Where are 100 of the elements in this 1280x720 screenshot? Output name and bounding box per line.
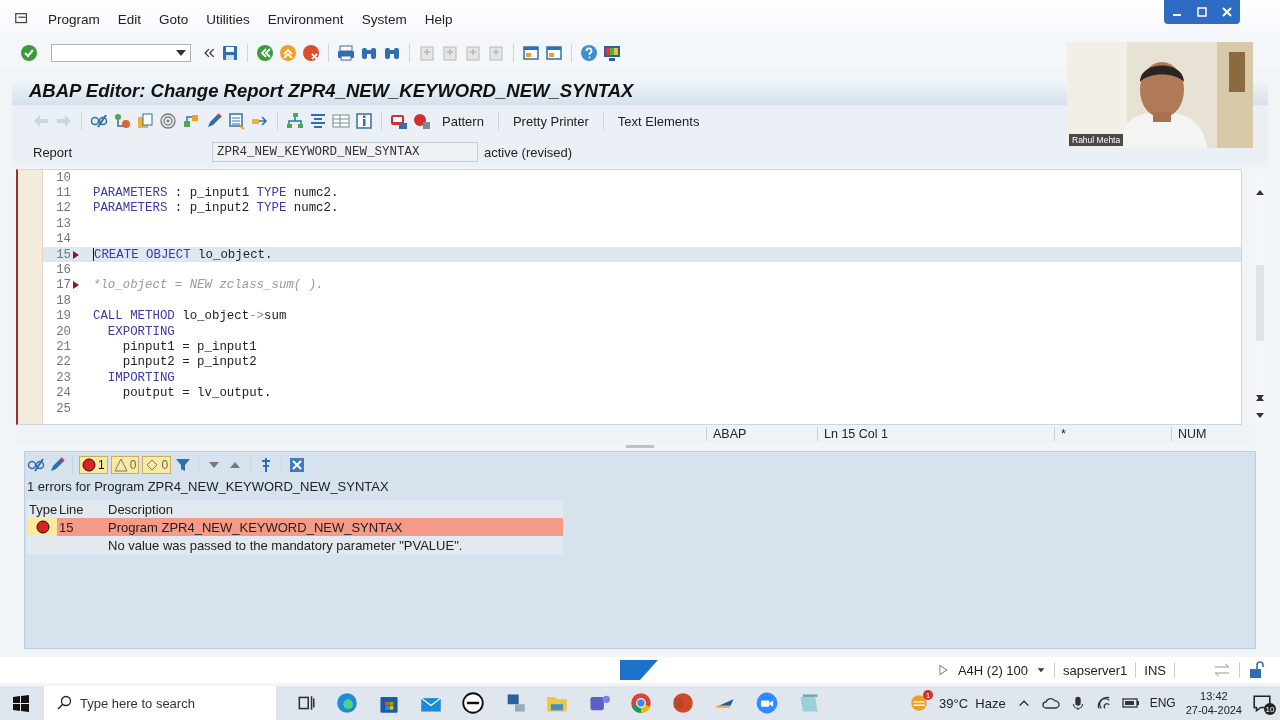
glasses-icon[interactable] (27, 456, 45, 474)
windows-icon[interactable] (12, 694, 30, 712)
line-number: 13 (55, 216, 71, 231)
align-icon[interactable] (309, 112, 327, 130)
cursor-position: Ln 15 Col 1 (817, 427, 1054, 441)
language-status: ABAP (706, 427, 817, 441)
presentation-icon[interactable] (672, 692, 694, 714)
blocks-icon[interactable] (182, 112, 200, 130)
circle-logo-icon[interactable] (462, 692, 484, 714)
help-icon[interactable] (580, 44, 598, 62)
text-cursor (93, 248, 94, 262)
error-filter-button[interactable]: 1 (79, 456, 108, 474)
nodes-icon[interactable] (113, 112, 131, 130)
warning-icon (113, 458, 128, 472)
weather-icon[interactable] (909, 693, 930, 713)
code-line: pinput1 = p_input1 (121, 340, 257, 354)
close-icon[interactable] (1220, 5, 1235, 19)
wifi-icon[interactable] (1095, 695, 1112, 711)
clock[interactable]: 13:42 27-04-2024 (1185, 689, 1242, 717)
close-icon[interactable] (288, 456, 307, 474)
line-number: 24 (55, 386, 71, 401)
line-number: 11 (55, 186, 71, 201)
notification-count: 10 (1264, 703, 1276, 715)
caret-icon[interactable] (176, 50, 186, 56)
spiral-icon[interactable] (159, 112, 177, 130)
notification-icon[interactable] (1252, 693, 1272, 713)
code-line: poutput = lv_output. (121, 386, 272, 401)
line-number: 23 (55, 370, 71, 385)
menu-item[interactable]: Program (48, 11, 100, 27)
glasses-icon[interactable] (90, 112, 108, 130)
error-row[interactable]: 15 Program ZPR4_NEW_KEYWORD_NEW_SYNTAX (27, 518, 563, 536)
video-call-icon[interactable] (756, 692, 778, 714)
line-number: 19 (55, 309, 71, 324)
filter-icon[interactable] (174, 456, 193, 474)
search-field[interactable]: Type here to search (44, 686, 276, 720)
system-info[interactable]: A4H (2) 100 (957, 662, 1028, 678)
table-icon[interactable] (332, 112, 350, 130)
back-icon[interactable] (256, 44, 274, 62)
window-title: ABAP Editor: Change Report ZPR4_NEW_KEYWORD_NEW_SYNTAX (28, 80, 634, 102)
info-icon[interactable] (355, 112, 373, 130)
server-name: sapserver1 (1063, 662, 1128, 678)
line-number: 10 (55, 170, 71, 185)
toolbar-button[interactable]: Pretty Printer (506, 113, 595, 129)
line-number: 16 (55, 263, 71, 278)
field-label: Report (33, 144, 74, 160)
insert-mode: INS (1144, 662, 1166, 678)
monitor-icon[interactable] (603, 44, 621, 62)
copy-icon[interactable] (136, 112, 154, 130)
task-view-icon[interactable] (296, 693, 316, 713)
menu-item[interactable]: Edit (117, 11, 142, 27)
column-header: Type (28, 500, 57, 518)
maximize-icon[interactable] (1195, 5, 1209, 19)
status-text: active (revised) (484, 144, 573, 160)
hierarchy-icon[interactable] (286, 112, 304, 130)
command-field[interactable] (51, 44, 191, 62)
line-number: 14 (55, 232, 71, 247)
check-icon[interactable] (20, 44, 38, 62)
table-cell-text: Program ZPR4_NEW_KEYWORD_NEW_SYNTAX (107, 518, 404, 536)
toolbar-button[interactable]: Pattern (436, 113, 490, 129)
modified-indicator: * (1054, 427, 1171, 441)
cancel-icon[interactable] (302, 44, 320, 62)
list-icon[interactable] (228, 112, 246, 130)
pencil-icon[interactable] (48, 456, 66, 474)
menu-item[interactable]: Environment (267, 11, 344, 27)
weather-text[interactable]: 39°C Haze (939, 695, 1006, 711)
language-indicator[interactable]: ENG (1149, 696, 1176, 710)
window-icon[interactable] (545, 44, 563, 62)
line-number: 21 (55, 340, 71, 354)
stop-icon[interactable] (413, 112, 431, 130)
screen-icon[interactable] (390, 112, 408, 130)
menu-item[interactable]: Help (424, 11, 453, 27)
toolbar-button[interactable]: Text Elements (611, 113, 706, 129)
warning-filter-button[interactable]: 0 (110, 456, 140, 474)
num-lock-status: NUM (1171, 427, 1207, 441)
menu-item[interactable]: Utilities (206, 11, 250, 27)
splitter-handle[interactable] (626, 443, 654, 449)
window-icon[interactable] (522, 44, 540, 62)
code-line: EXPORTING (106, 324, 175, 339)
code-line: CREATE OBJECT lo_object. (94, 247, 273, 262)
column-header: Line (58, 500, 85, 518)
info-filter-button[interactable]: 0 (142, 456, 172, 474)
line-number: 15 (55, 247, 71, 262)
report-field[interactable]: ZPR4_NEW_KEYWORD_NEW_SYNTAX (212, 142, 478, 162)
notification-badge: 1 (923, 690, 934, 700)
menu-item[interactable]: System (361, 11, 407, 27)
code-line: PARAMETERS : p_input1 TYPE numc2. (93, 186, 339, 201)
caret-icon[interactable] (1036, 665, 1046, 675)
pencil-icon[interactable] (205, 112, 223, 130)
browser-icon[interactable] (336, 692, 358, 714)
print-icon[interactable] (337, 44, 355, 62)
line-number: 22 (55, 355, 71, 370)
error-icon (82, 458, 96, 472)
column-header: Description (107, 500, 175, 518)
lock-icon[interactable] (1248, 661, 1266, 679)
participant-name: Rahul Mehta (1069, 134, 1124, 146)
error-summary: 1 errors for Program ZPR4_NEW_KEYWORD_NEW_SYNTAX (26, 478, 390, 494)
save-icon[interactable] (221, 44, 239, 62)
chrome-icon[interactable] (630, 692, 652, 714)
menu-item[interactable]: Goto (159, 11, 189, 27)
line-number: 18 (55, 293, 71, 308)
